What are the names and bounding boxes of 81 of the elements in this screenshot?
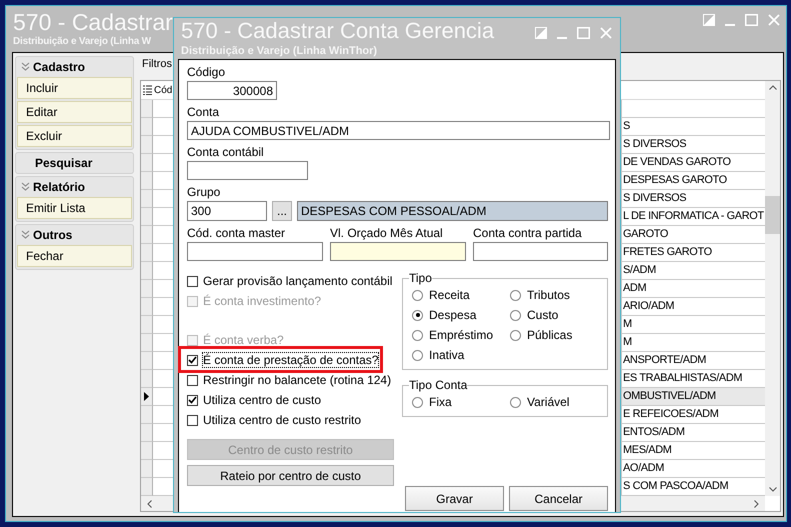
sidebar-item[interactable]: Fechar [17, 245, 132, 267]
field-label: Vl. Orçado Mês Atual [330, 226, 444, 240]
checkbox[interactable] [187, 276, 198, 286]
row-header[interactable] [141, 388, 153, 406]
chevron-icon[interactable] [21, 182, 30, 191]
radio-label: Tributos [527, 288, 570, 302]
sidebar-item[interactable]: Emitir Lista [17, 197, 132, 219]
radio-button[interactable] [412, 310, 423, 320]
radio-button[interactable] [510, 290, 521, 300]
input-field[interactable] [187, 242, 323, 261]
scroll-up-icon[interactable] [768, 85, 776, 90]
dialog-button[interactable]: Gravar [405, 486, 504, 511]
group-title: Tipo [409, 272, 432, 285]
scrollbar-thumb[interactable] [765, 196, 780, 234]
field-label: Conta [187, 105, 220, 119]
checkbox-label: É conta de prestação de contas? [203, 353, 378, 367]
action-button[interactable]: Rateio por centro de custo [187, 465, 394, 486]
checkbox-label: Utiliza centro de custo restrito [203, 413, 362, 427]
checkbox-label: Utiliza centro de custo [203, 393, 322, 407]
radio-button[interactable] [412, 290, 423, 300]
maximize-icon[interactable] [577, 27, 590, 39]
checkbox-label: Restringir no balancete (rotina 124) [203, 373, 392, 387]
radio-button[interactable] [510, 396, 521, 408]
radio-label: Custo [527, 308, 558, 322]
group-code-field[interactable]: 300 [187, 201, 267, 221]
chevron-icon[interactable] [21, 62, 30, 71]
input-field[interactable] [330, 242, 466, 261]
radio-label: Empréstimo [429, 328, 494, 342]
checkbox[interactable] [187, 394, 198, 406]
field-label: Conta contábil [187, 145, 265, 159]
input-field[interactable] [473, 242, 608, 261]
filters-label: Filtros [142, 58, 172, 70]
radio-button[interactable] [412, 396, 423, 408]
resize-icon[interactable] [535, 27, 547, 39]
radio-label: Inativa [429, 348, 464, 362]
radio-label: Fixa [429, 395, 452, 409]
field-label: Grupo [187, 185, 222, 199]
lookup-button[interactable]: ... [272, 201, 292, 221]
radio-button[interactable] [510, 330, 521, 340]
close-icon[interactable] [600, 27, 612, 39]
group-title[interactable]: Relatório [33, 180, 86, 194]
scroll-down-icon[interactable] [768, 487, 776, 492]
radio-label: Despesa [429, 308, 476, 322]
chevron-icon[interactable] [21, 230, 30, 239]
radio-button[interactable] [510, 310, 521, 320]
sidebar-item[interactable]: Incluir [17, 77, 132, 99]
group-title: Tipo Conta [409, 379, 468, 392]
field-label: Cód. conta master [187, 226, 286, 240]
columns-icon[interactable] [143, 85, 152, 95]
field-label: Conta contra partida [473, 226, 583, 240]
sidebar-item[interactable]: Editar [17, 101, 132, 123]
scroll-left-icon[interactable] [147, 500, 152, 508]
dialog-button[interactable]: Cancelar [509, 486, 608, 511]
group-title[interactable]: Outros [33, 228, 72, 242]
group-title[interactable]: Pesquisar [35, 156, 92, 170]
scroll-right-icon[interactable] [754, 500, 759, 508]
checkbox-label: Gerar provisão lançamento contábil [203, 274, 392, 288]
checkbox[interactable] [187, 354, 198, 366]
vertical-scrollbar[interactable] [765, 81, 780, 496]
account-field[interactable]: AJUDA COMBUSTIVEL/ADM [187, 121, 610, 140]
radio-button[interactable] [412, 330, 423, 340]
checkbox-label: É conta investimento? [203, 294, 322, 308]
checkbox-label: É conta verba? [203, 333, 284, 347]
column-header[interactable]: Cód [154, 84, 172, 96]
sidebar-item[interactable]: Excluir [17, 125, 132, 147]
checkbox[interactable] [187, 374, 198, 386]
accounting-account-field[interactable] [187, 161, 308, 180]
group-description-field[interactable]: DESPESAS COM PESSOAL/ADM [297, 201, 608, 221]
radio-label: Variável [527, 395, 570, 409]
table-cell: OMBUSTIVEL/ADM [622, 388, 765, 406]
group-title[interactable]: Cadastro [33, 60, 86, 74]
radio-label: Receita [429, 288, 470, 302]
maximize-icon[interactable] [745, 14, 758, 26]
close-icon[interactable] [768, 14, 780, 26]
checkbox[interactable] [187, 414, 198, 426]
code-field[interactable]: 300008 [187, 81, 277, 100]
resize-icon[interactable] [703, 14, 715, 26]
radio-label: Públicas [527, 328, 572, 342]
window-title: 570 - Cadastrar [13, 9, 173, 35]
radio-button[interactable] [412, 350, 423, 360]
field-label: Código [187, 65, 226, 79]
